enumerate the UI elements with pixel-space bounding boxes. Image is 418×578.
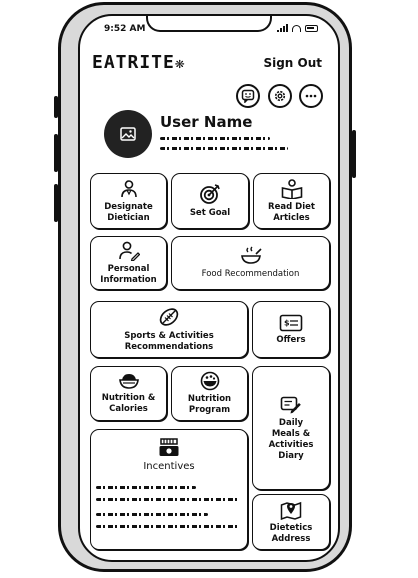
incentives-tile[interactable]: Incentives: [90, 429, 248, 550]
incentives-scribble-line-3: [96, 513, 208, 516]
incentives-scribble-line-1: [96, 486, 196, 489]
offers-tile[interactable]: $ Offers: [252, 301, 330, 358]
set-goal-tile[interactable]: Set Goal: [171, 173, 249, 229]
phone-side-button-left-2: [54, 134, 58, 172]
cash-reward-icon: [159, 438, 179, 456]
phone-side-button-left-1: [54, 96, 58, 118]
sports-ball-icon: [159, 308, 179, 326]
wifi-icon: [292, 24, 301, 32]
more-options-button[interactable]: [299, 84, 323, 108]
designate-dietician-tile[interactable]: Designate Dietician: [90, 173, 167, 229]
phone-side-button-right: [352, 130, 356, 178]
gear-icon: [274, 90, 286, 102]
reading-book-icon: [281, 178, 302, 199]
daily-meals-diary-tile[interactable]: Daily Meals & Activities Diary: [252, 366, 330, 490]
profile-detail-scribble-2: [160, 147, 288, 150]
set-goal-label: Set Goal: [189, 208, 231, 218]
personal-information-tile[interactable]: Personal Information: [90, 236, 167, 290]
logo-emblem-icon: ❋: [174, 53, 186, 72]
food-bowl-icon: [240, 246, 262, 264]
more-horizontal-icon: [305, 94, 317, 98]
profile-detail-scribble-1: [160, 137, 270, 140]
offers-label: Offers: [276, 334, 306, 345]
incentives-description-scribble: [96, 480, 242, 540]
chat-icon: [241, 89, 255, 103]
target-goal-icon: [200, 184, 220, 204]
user-name: User Name: [160, 113, 253, 131]
nutrition-program-tile[interactable]: Nutrition Program: [171, 366, 248, 421]
phone-screen: 9:52 AM EATRITE❋ Sign Out User Name Desi…: [78, 14, 340, 562]
nutrition-calories-label: Nutrition & Calories: [101, 393, 156, 414]
personal-information-label: Personal Information: [100, 263, 157, 285]
nutrition-calories-tile[interactable]: Nutrition & Calories: [90, 366, 167, 421]
read-diet-articles-label: Read Diet Articles: [268, 201, 315, 223]
signal-icon: [277, 24, 288, 32]
edit-note-icon: [280, 396, 301, 413]
read-diet-articles-tile[interactable]: Read Diet Articles: [253, 173, 330, 229]
settings-button[interactable]: [268, 84, 292, 108]
food-recommendation-label: Food Recommendation: [201, 269, 300, 279]
dietician-person-icon: [120, 179, 137, 197]
dietetics-address-label: Dietetics Address: [269, 522, 313, 544]
avatar[interactable]: [104, 110, 152, 158]
svg-text:$: $: [284, 318, 290, 327]
salad-bowl-icon: [118, 374, 139, 389]
incentives-label: Incentives: [143, 461, 195, 472]
edit-person-icon: [118, 241, 140, 261]
dietetics-address-tile[interactable]: Dietetics Address: [252, 494, 330, 550]
chat-button[interactable]: [236, 84, 260, 108]
food-recommendation-tile[interactable]: Food Recommendation: [171, 236, 330, 290]
sign-out-link[interactable]: Sign Out: [263, 56, 322, 70]
battery-icon: [305, 24, 318, 32]
nutrition-program-label: Nutrition Program: [187, 394, 232, 415]
daily-meals-diary-label: Daily Meals & Activities Diary: [268, 417, 314, 461]
status-icons: [277, 24, 318, 32]
status-time: 9:52 AM: [104, 24, 146, 34]
designate-dietician-label: Designate Dietician: [104, 201, 153, 223]
sports-activities-label: Sports & Activities Recommendations: [124, 331, 214, 352]
food-plate-icon: [200, 371, 219, 391]
dollar-bill-icon: $: [279, 314, 303, 331]
sports-activities-tile[interactable]: Sports & Activities Recommendations: [90, 301, 248, 358]
app-logo: EATRITE❋: [92, 52, 186, 73]
phone-notch: [146, 16, 272, 32]
map-pin-icon: [280, 501, 302, 520]
incentives-scribble-line-4: [96, 525, 240, 528]
phone-side-button-left-3: [54, 184, 58, 222]
incentives-scribble-line-2: [96, 498, 240, 501]
image-placeholder-icon: [120, 127, 136, 141]
